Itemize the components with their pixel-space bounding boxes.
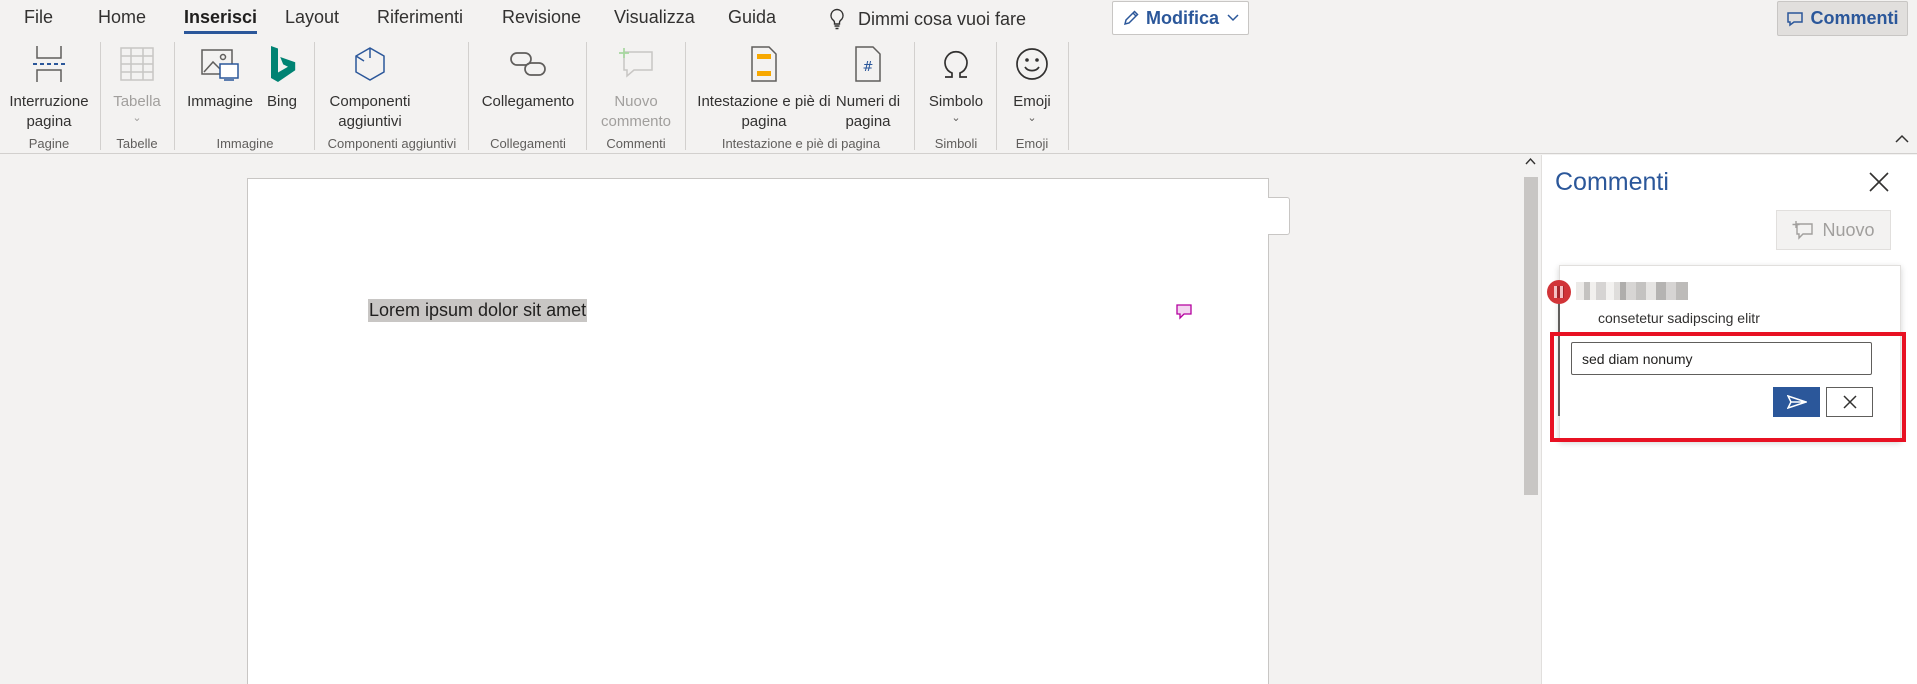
comments-pane-title: Commenti xyxy=(1555,168,1669,196)
omega-icon xyxy=(944,50,968,78)
addins-button[interactable]: Componenti aggiuntivi xyxy=(322,42,418,132)
group-label-pages: Pagine xyxy=(28,136,70,151)
collapse-ribbon-icon[interactable] xyxy=(1895,134,1909,143)
tell-me-search[interactable]: Dimmi cosa vuoi fare xyxy=(828,6,1026,32)
tab-visualizza[interactable]: Visualizza xyxy=(614,6,695,32)
addins-icon xyxy=(355,47,385,81)
edit-mode-label: Modifica xyxy=(1145,7,1219,28)
table-label: Tabella xyxy=(113,93,161,110)
symbol-label: Simbolo xyxy=(928,93,984,110)
group-label-header-footer: Intestazione e piè di pagina xyxy=(721,136,881,151)
svg-text:#: # xyxy=(863,60,874,75)
comment-marker-icon[interactable] xyxy=(1175,303,1193,321)
cancel-reply-button[interactable] xyxy=(1826,387,1873,417)
group-separator xyxy=(685,42,686,150)
group-separator xyxy=(174,42,175,150)
group-label-symbols: Simboli xyxy=(934,136,978,151)
image-icon xyxy=(201,49,239,81)
tab-riferimenti[interactable]: Riferimenti xyxy=(377,6,463,32)
group-separator xyxy=(586,42,587,150)
menu-bar: File Home Inserisci Layout Riferimenti R… xyxy=(0,0,1917,38)
close-icon xyxy=(1842,395,1857,409)
link-button[interactable]: Collegamento xyxy=(476,42,580,112)
comments-pane: Commenti Nuovo consetetur sadipscing eli… xyxy=(1541,155,1917,684)
group-separator xyxy=(468,42,469,150)
tab-home[interactable]: Home xyxy=(98,6,146,32)
page-break-label: Interruzione pagina xyxy=(9,93,89,130)
header-footer-button[interactable]: Intestazione e piè di pagina xyxy=(694,42,834,132)
table-button[interactable]: Tabella ⌄ xyxy=(104,42,170,124)
tab-revisione[interactable]: Revisione xyxy=(502,6,581,32)
vertical-scrollbar[interactable] xyxy=(1521,155,1540,684)
new-comment-ribbon-label: Nuovo commento xyxy=(600,93,672,130)
header-footer-icon xyxy=(751,46,777,82)
group-separator xyxy=(100,42,101,150)
scroll-up-arrow-icon[interactable] xyxy=(1525,157,1536,165)
page-numbers-button[interactable]: # Numeri di pagina xyxy=(832,42,904,132)
bing-button[interactable]: Bing xyxy=(260,42,304,112)
comments-toggle-button[interactable]: Commenti xyxy=(1777,1,1908,36)
lightbulb-icon xyxy=(830,8,844,30)
page-numbers-label: Numeri di pagina xyxy=(835,93,901,130)
new-comment-icon xyxy=(1792,221,1814,240)
emoji-button[interactable]: Emoji ⌄ xyxy=(1000,42,1064,124)
group-separator xyxy=(914,42,915,150)
tell-me-label: Dimmi cosa vuoi fare xyxy=(858,8,1027,29)
table-icon xyxy=(120,47,154,81)
group-label-addins: Componenti aggiuntivi xyxy=(327,136,457,151)
link-icon xyxy=(510,52,546,76)
image-button[interactable]: Immagine xyxy=(182,42,258,112)
scrollbar-thumb[interactable] xyxy=(1524,177,1538,495)
new-comment-label: Nuovo xyxy=(1822,219,1875,240)
ribbon: Interruzione pagina Pagine Tabella ⌄ Tab… xyxy=(0,38,1917,154)
document-page[interactable]: Lorem ipsum dolor sit amet xyxy=(247,178,1269,684)
group-label-emoji: Emoji xyxy=(1015,136,1049,151)
group-separator xyxy=(996,42,997,150)
tab-file[interactable]: File xyxy=(24,6,53,32)
send-icon xyxy=(1786,395,1807,409)
smiley-icon xyxy=(1016,48,1048,80)
group-label-comments: Commenti xyxy=(606,136,666,151)
chevron-down-icon: ⌄ xyxy=(132,112,142,124)
addins-label: Componenti aggiuntivi xyxy=(329,93,411,130)
group-label-tables: Tabelle xyxy=(116,136,158,151)
image-label: Immagine xyxy=(187,93,253,110)
pencil-icon xyxy=(1123,10,1139,26)
new-comment-ribbon-button[interactable]: Nuovo commento xyxy=(596,42,676,132)
tab-inserisci[interactable]: Inserisci xyxy=(184,6,258,34)
tab-guida[interactable]: Guida xyxy=(728,6,776,32)
group-separator xyxy=(314,42,315,150)
header-footer-label: Intestazione e piè di pagina xyxy=(697,93,831,130)
chevron-down-icon: ⌄ xyxy=(951,112,961,124)
close-icon[interactable] xyxy=(1868,171,1890,193)
document-canvas: Lorem ipsum dolor sit amet xyxy=(0,155,1521,684)
comment-icon xyxy=(1787,11,1804,26)
new-comment-button[interactable]: Nuovo xyxy=(1776,210,1891,250)
send-reply-button[interactable] xyxy=(1773,387,1820,417)
reply-input[interactable] xyxy=(1571,342,1872,375)
tab-layout[interactable]: Layout xyxy=(285,6,339,32)
bing-label: Bing xyxy=(266,93,298,110)
document-text[interactable]: Lorem ipsum dolor sit amet xyxy=(368,299,588,322)
avatar xyxy=(1547,280,1571,304)
comment-author-redacted xyxy=(1576,282,1688,300)
page-number-icon: # xyxy=(855,46,881,82)
comments-toggle-label: Commenti xyxy=(1810,8,1899,28)
chevron-down-icon xyxy=(1227,14,1239,22)
group-label-image: Immagine xyxy=(216,136,274,151)
link-label: Collegamento xyxy=(481,93,575,110)
page-break-icon xyxy=(33,46,65,82)
symbol-button[interactable]: Simbolo ⌄ xyxy=(922,42,990,124)
edit-mode-button[interactable]: Modifica xyxy=(1112,1,1249,35)
page-margin-tab xyxy=(1268,197,1290,235)
emoji-label: Emoji xyxy=(1013,93,1051,110)
new-comment-icon xyxy=(619,48,653,78)
comment-body: consetetur sadipscing elitr xyxy=(1598,310,1760,326)
group-label-links: Collegamenti xyxy=(490,136,566,151)
bing-icon xyxy=(271,46,296,82)
chevron-down-icon: ⌄ xyxy=(1027,112,1037,124)
group-separator xyxy=(1068,42,1069,150)
page-break-button[interactable]: Interruzione pagina xyxy=(6,42,92,132)
